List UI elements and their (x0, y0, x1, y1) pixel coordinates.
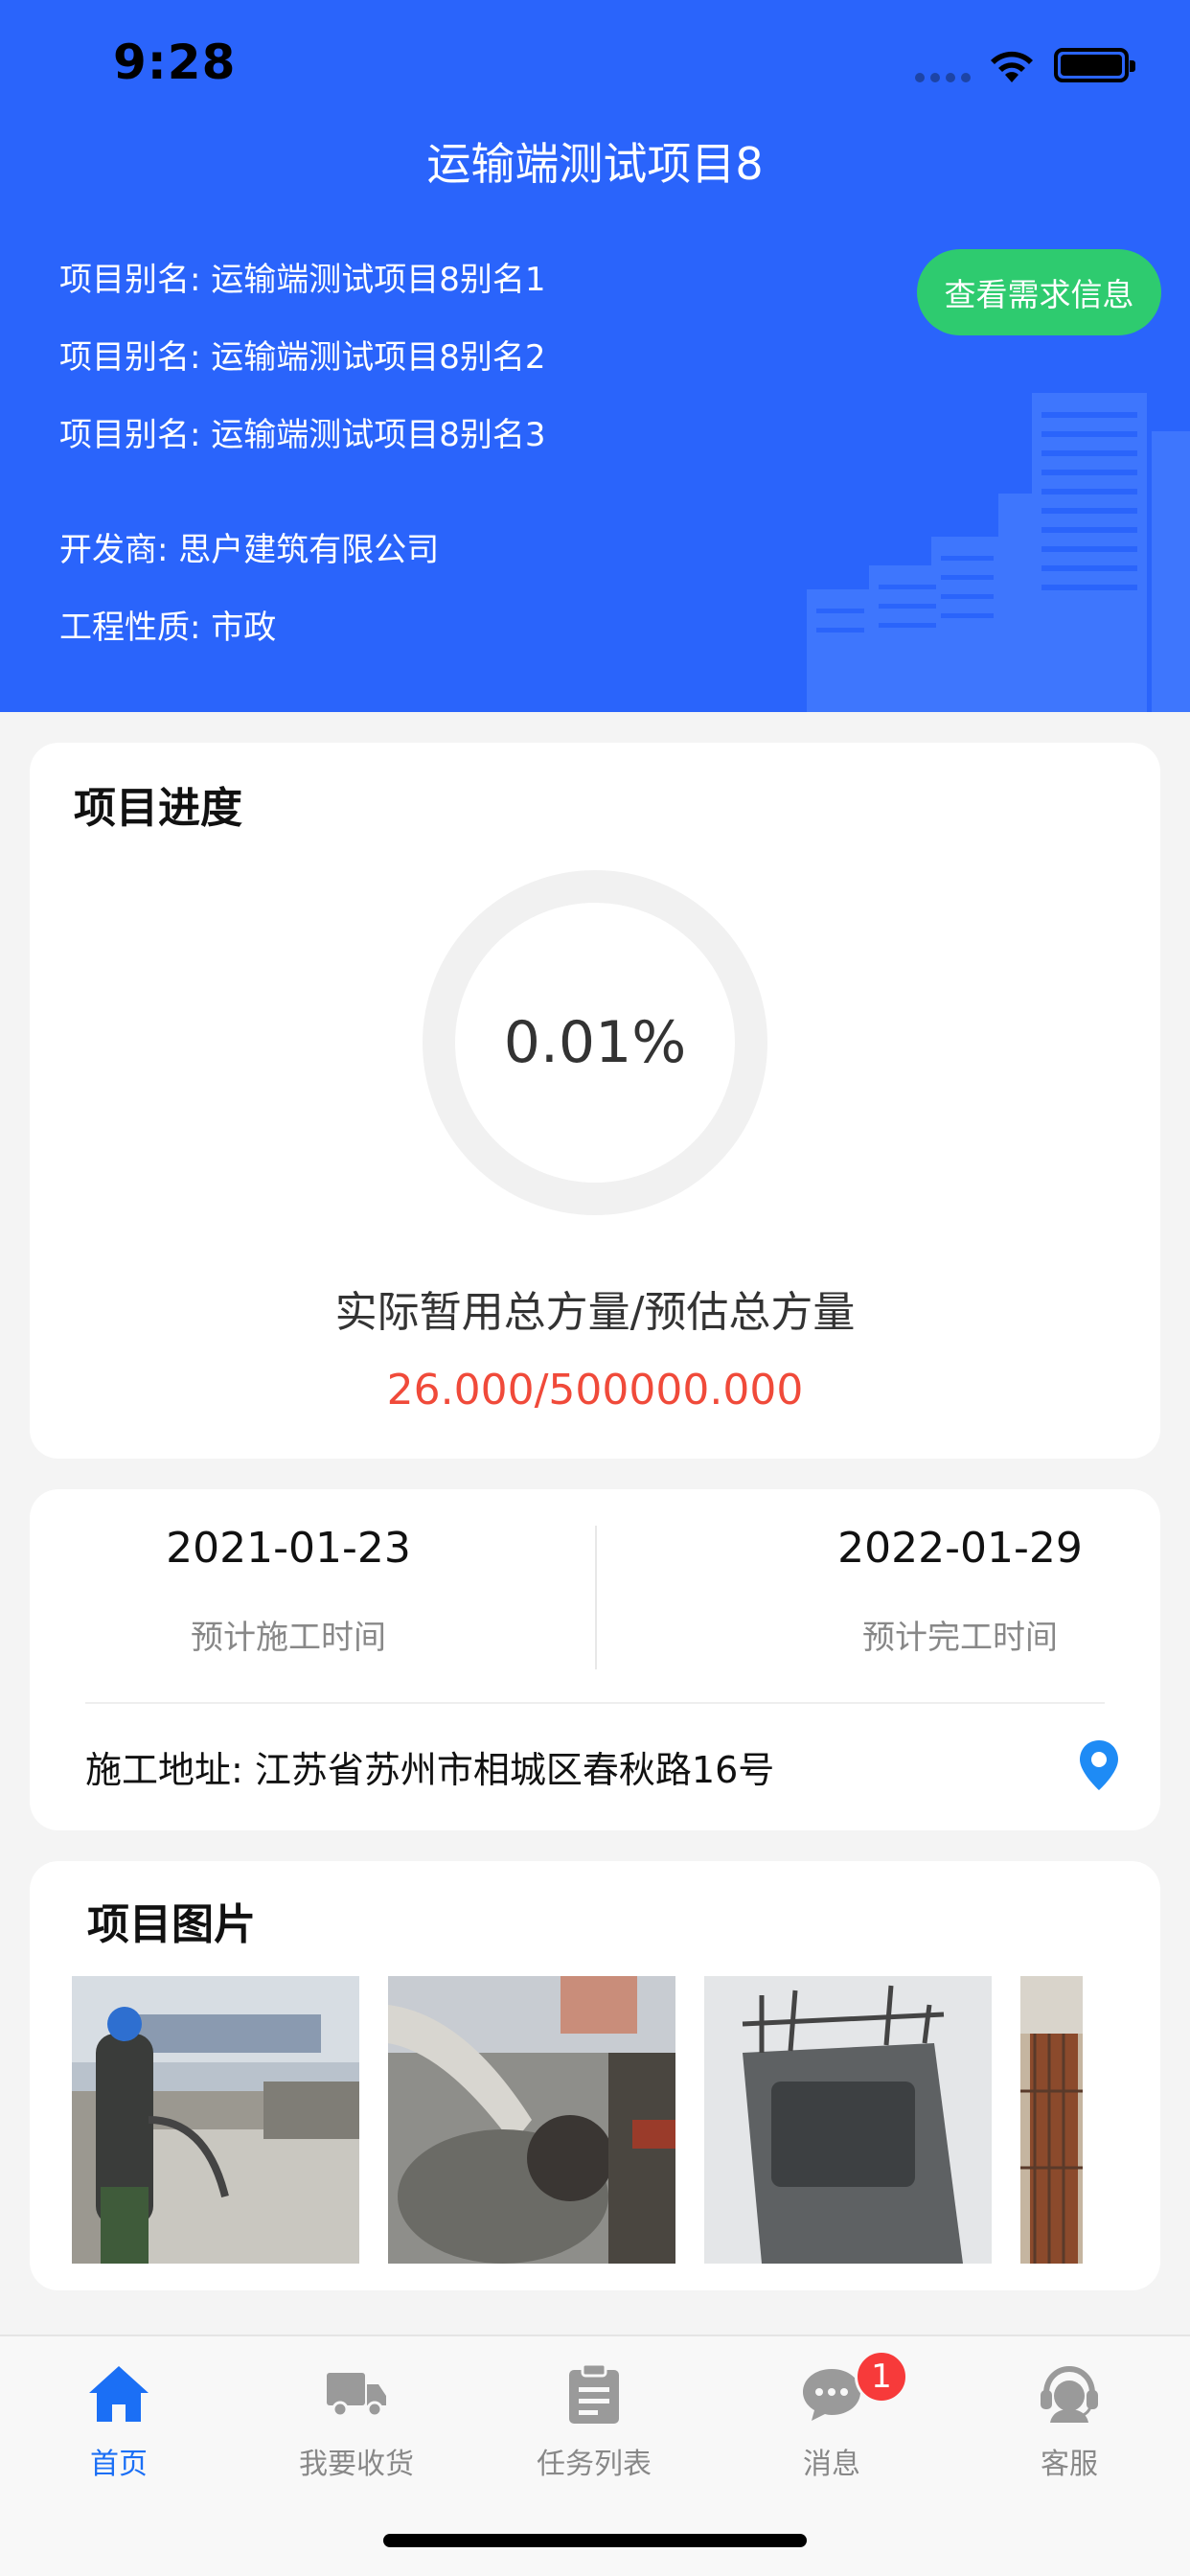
project-title: 运输端测试项目8 (426, 138, 764, 190)
home-icon (0, 2356, 238, 2432)
start-date: 2021-01-23 (166, 1524, 411, 1573)
photo-worker-pouring[interactable] (72, 1976, 359, 2264)
project-photos-card: 项目图片 (30, 1861, 1160, 2290)
progress-percent: 0.01% (503, 1009, 687, 1076)
photo-strip[interactable] (72, 1976, 1118, 2264)
developer-label: 开发商: (59, 531, 169, 569)
truck-icon (238, 2356, 475, 2432)
construction-address: 施工地址: 江苏省苏州市相城区春秋路16号 (85, 1740, 774, 1793)
status-bar: 9:28 (0, 0, 1190, 125)
clipboard-icon (475, 2356, 713, 2432)
alias-value: 运输端测试项目8别名2 (211, 338, 546, 377)
alias-value: 运输端测试项目8别名1 (211, 261, 546, 299)
nature-label: 工程性质: (59, 609, 201, 647)
photo-rebar-site[interactable] (1020, 1976, 1083, 2264)
tab-task-list[interactable]: 任务列表 (475, 2356, 713, 2482)
alias-label: 项目别名: (59, 416, 201, 454)
wifi-icon (991, 51, 1033, 82)
status-time: 9:28 (113, 34, 237, 90)
tab-label: 任务列表 (537, 2448, 652, 2481)
chat-icon (713, 2356, 950, 2432)
address-label: 施工地址: (85, 1749, 243, 1791)
photos-title: 项目图片 (87, 1900, 256, 1949)
location-pin-icon[interactable] (1077, 1738, 1121, 1792)
end-date-label: 预计完工时间 (862, 1619, 1058, 1657)
unread-badge: 1 (855, 2350, 908, 2404)
developer-value: 思户建筑有限公司 (178, 531, 440, 569)
project-alias-3: 项目别名: 运输端测试项目8别名3 (59, 408, 546, 455)
volume-ratio-value: 26.000/500000.000 (386, 1366, 804, 1414)
tab-home[interactable]: 首页 (0, 2356, 238, 2482)
nature-value: 市政 (211, 609, 277, 647)
developer-row: 开发商: 思户建筑有限公司 (59, 523, 439, 570)
support-icon (950, 2356, 1188, 2432)
view-demand-button[interactable]: 查看需求信息 (917, 249, 1161, 335)
progress-title: 项目进度 (74, 784, 242, 833)
alias-label: 项目别名: (59, 338, 201, 377)
alias-value: 运输端测试项目8别名3 (211, 416, 546, 454)
address-value: 江苏省苏州市相城区春秋路16号 (254, 1749, 775, 1791)
tab-messages[interactable]: 1 消息 (713, 2350, 950, 2482)
tab-receive-goods[interactable]: 我要收货 (238, 2356, 475, 2482)
tab-label: 首页 (90, 2448, 148, 2481)
project-nature-row: 工程性质: 市政 (59, 601, 276, 648)
tab-label: 消息 (803, 2448, 860, 2481)
city-skyline-illustration (807, 393, 1190, 712)
alias-label: 项目别名: (59, 261, 201, 299)
tab-label: 客服 (1041, 2448, 1098, 2481)
project-alias-2: 项目别名: 运输端测试项目8别名2 (59, 331, 546, 378)
photo-concrete-pump[interactable] (388, 1976, 675, 2264)
divider (595, 1526, 597, 1669)
tab-customer-service[interactable]: 客服 (950, 2356, 1188, 2482)
home-indicator (383, 2534, 807, 2547)
project-header: 9:28 运输端测试项目8 项目别名: 运输端测试项目8别名1 项目别名: 运输… (0, 0, 1190, 712)
volume-ratio-label: 实际暂用总方量/预估总方量 (334, 1288, 856, 1337)
start-date-label: 预计施工时间 (191, 1619, 386, 1657)
battery-icon (1054, 48, 1135, 82)
divider (85, 1702, 1105, 1704)
end-date: 2022-01-29 (837, 1524, 1083, 1573)
photo-precast-pier[interactable] (704, 1976, 992, 2264)
end-date-block: 2022-01-29 预计完工时间 (768, 1524, 1152, 1658)
cellular-signal-icon (915, 73, 971, 82)
project-alias-1: 项目别名: 运输端测试项目8别名1 (59, 253, 546, 300)
start-date-block: 2021-01-23 预计施工时间 (97, 1524, 480, 1658)
schedule-card: 2021-01-23 预计施工时间 2022-01-29 预计完工时间 施工地址… (30, 1489, 1160, 1830)
tab-label: 我要收货 (299, 2448, 414, 2481)
project-progress-card: 项目进度 0.01% 实际暂用总方量/预估总方量 26.000/500000.0… (30, 743, 1160, 1459)
